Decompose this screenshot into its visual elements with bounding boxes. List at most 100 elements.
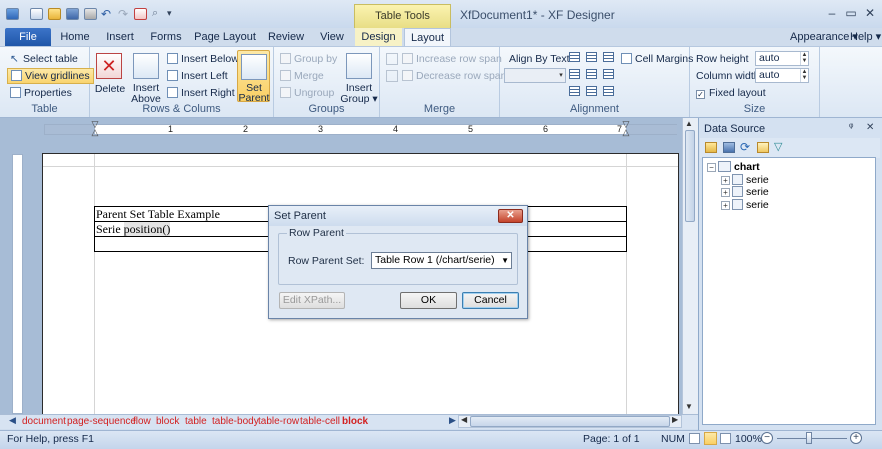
- vertical-scroll-thumb[interactable]: [685, 130, 695, 222]
- save-icon[interactable]: [66, 8, 79, 20]
- print-icon[interactable]: [84, 8, 97, 20]
- tree-node[interactable]: + serie: [721, 186, 769, 198]
- decrease-row-span-button[interactable]: Decrease row span: [402, 70, 506, 82]
- help-menu[interactable]: Help ▾: [850, 28, 881, 46]
- align-bottom-center-icon[interactable]: [586, 86, 597, 96]
- pdf-icon[interactable]: [134, 8, 147, 20]
- scroll-left-icon[interactable]: ◀: [461, 415, 467, 424]
- xpath-field[interactable]: position(): [123, 221, 171, 236]
- maximize-button[interactable]: ▭: [843, 6, 859, 20]
- set-parent-button[interactable]: Set Parent: [237, 50, 270, 103]
- right-indent-marker-icon[interactable]: ▽ △: [622, 120, 630, 137]
- expand-icon[interactable]: +: [721, 201, 730, 210]
- fixed-layout-checkbox[interactable]: ✓ Fixed layout: [696, 87, 766, 99]
- undo-icon[interactable]: ↶: [101, 7, 111, 21]
- tree-node[interactable]: + serie: [721, 174, 769, 186]
- scroll-down-icon[interactable]: ▼: [685, 402, 693, 411]
- tab-insert[interactable]: Insert: [101, 28, 139, 46]
- left-indent-marker-icon[interactable]: ▽ △: [91, 120, 99, 137]
- tree-node-root[interactable]: − chart: [707, 161, 760, 173]
- cancel-button[interactable]: Cancel: [462, 292, 519, 309]
- align-middle-right-icon[interactable]: [603, 69, 614, 79]
- breadcrumb-item[interactable]: document: [22, 415, 66, 428]
- breadcrumb-right-arrow-icon[interactable]: ▶: [449, 415, 456, 426]
- group-by-button[interactable]: Group by: [280, 53, 337, 65]
- vertical-ruler[interactable]: [12, 154, 23, 414]
- new-document-icon[interactable]: [30, 8, 43, 20]
- folder-icon[interactable]: [757, 142, 769, 153]
- customize-toolbar-icon[interactable]: ▾: [167, 8, 172, 19]
- ungroup-button[interactable]: Ungroup: [280, 87, 334, 99]
- zoom-out-button[interactable]: −: [761, 432, 773, 444]
- pin-icon[interactable]: ᵠ: [849, 122, 853, 133]
- close-button[interactable]: ✕: [862, 6, 878, 20]
- scroll-up-icon[interactable]: ▲: [685, 119, 693, 128]
- row-height-input[interactable]: auto ▲ ▼: [755, 51, 809, 66]
- filter-icon[interactable]: ▽: [774, 140, 782, 153]
- column-width-spinner-icon[interactable]: ▲ ▼: [800, 69, 808, 82]
- refresh-icon[interactable]: ⟳: [740, 140, 750, 154]
- cell-margins-button[interactable]: Cell Margins: [621, 53, 693, 65]
- zoom-preview-icon[interactable]: ⌕: [152, 7, 158, 20]
- page-view-icon[interactable]: [704, 432, 717, 445]
- insert-right-button[interactable]: Insert Right: [167, 87, 235, 99]
- align-top-left-icon[interactable]: [569, 52, 580, 62]
- breadcrumb-item[interactable]: page-sequence: [67, 415, 136, 428]
- select-table-button[interactable]: ↖ Select table: [10, 53, 78, 65]
- tab-file[interactable]: File: [5, 28, 51, 46]
- insert-above-button[interactable]: Insert Above: [130, 51, 162, 105]
- zoom-slider-track[interactable]: [777, 438, 847, 439]
- panel-close-button[interactable]: ✕: [866, 122, 874, 133]
- save-datasource-icon[interactable]: [723, 142, 735, 153]
- breadcrumb-item[interactable]: table-row: [258, 415, 299, 428]
- breadcrumb-item[interactable]: table-body: [212, 415, 259, 428]
- zoom-in-button[interactable]: +: [850, 432, 862, 444]
- properties-button[interactable]: Properties: [10, 87, 72, 99]
- tab-view[interactable]: View: [314, 28, 350, 46]
- preview-icon[interactable]: [720, 433, 731, 444]
- align-top-right-icon[interactable]: [603, 52, 614, 62]
- edit-xpath-button[interactable]: Edit XPath...: [279, 292, 345, 309]
- ok-button[interactable]: OK: [400, 292, 457, 309]
- breadcrumb-item[interactable]: table-cell: [300, 415, 340, 428]
- open-datasource-icon[interactable]: [705, 142, 717, 153]
- breadcrumb-left-arrow-icon[interactable]: ◀: [9, 415, 16, 426]
- tab-page-layout[interactable]: Page Layout: [193, 28, 257, 46]
- insert-left-button[interactable]: Insert Left: [167, 70, 228, 82]
- breadcrumb-item-current[interactable]: block: [342, 415, 368, 428]
- zoom-slider-thumb[interactable]: [806, 432, 812, 444]
- align-top-center-icon[interactable]: [586, 52, 597, 62]
- delete-button[interactable]: ✕ Delete: [94, 51, 125, 101]
- open-folder-icon[interactable]: [48, 8, 61, 20]
- minimize-button[interactable]: –: [824, 6, 840, 20]
- collapse-icon[interactable]: −: [707, 163, 716, 172]
- expand-icon[interactable]: +: [721, 176, 730, 185]
- app-icon[interactable]: [6, 8, 19, 20]
- appearance-menu[interactable]: Appearance ▾: [790, 28, 858, 46]
- tab-forms[interactable]: Forms: [147, 28, 185, 46]
- breadcrumb-item[interactable]: block: [156, 415, 179, 428]
- align-middle-left-icon[interactable]: [569, 69, 580, 79]
- insert-group-button[interactable]: Insert Group ▾: [340, 51, 378, 105]
- column-width-input[interactable]: auto ▲ ▼: [755, 68, 809, 83]
- redo-icon[interactable]: ↷: [118, 7, 128, 21]
- tab-layout[interactable]: Layout: [404, 28, 451, 46]
- tree-node[interactable]: + serie: [721, 199, 769, 211]
- row-parent-set-select[interactable]: Table Row 1 (/chart/serie) ▼: [371, 252, 512, 269]
- expand-icon[interactable]: +: [721, 188, 730, 197]
- horizontal-scroll-thumb[interactable]: [470, 416, 670, 427]
- increase-row-span-button[interactable]: Increase row span: [402, 53, 502, 65]
- row-height-spinner-icon[interactable]: ▲ ▼: [800, 52, 808, 65]
- align-bottom-right-icon[interactable]: [603, 86, 614, 96]
- tab-review[interactable]: Review: [265, 28, 307, 46]
- insert-below-button[interactable]: Insert Below: [167, 53, 239, 65]
- edit-mode-icon[interactable]: [689, 433, 700, 444]
- tab-design[interactable]: Design: [355, 28, 402, 46]
- view-gridlines-button[interactable]: View gridlines: [7, 68, 94, 84]
- align-middle-center-icon[interactable]: [586, 69, 597, 79]
- tab-home[interactable]: Home: [56, 28, 94, 46]
- align-by-text-combo[interactable]: ▾: [504, 68, 566, 83]
- merge-group-button[interactable]: Merge: [280, 70, 324, 82]
- horizontal-ruler[interactable]: [44, 124, 677, 135]
- breadcrumb-item[interactable]: flow: [133, 415, 151, 428]
